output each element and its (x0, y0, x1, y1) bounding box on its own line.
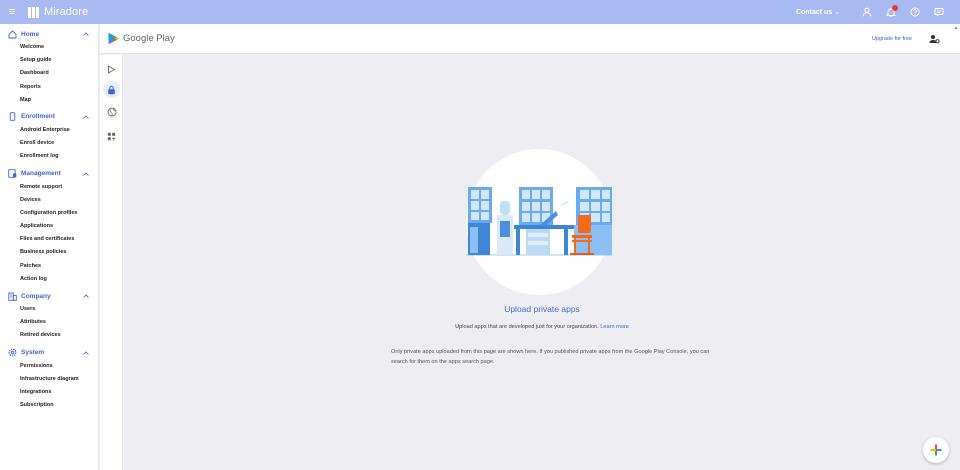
sidebar-item-configuration-profiles[interactable]: Configuration profiles (0, 207, 98, 220)
sidebar-header-home[interactable]: Home (0, 27, 98, 41)
sidebar-item-reports[interactable]: Reports (0, 81, 98, 94)
sidebar-item-retired-devices[interactable]: Retired devices (0, 329, 98, 342)
manage-admins-icon[interactable] (928, 33, 940, 45)
notifications-icon[interactable] (880, 0, 902, 24)
google-play-logo: Google Play (108, 32, 175, 45)
sidebar-header-management[interactable]: Management (0, 167, 98, 181)
person-icon[interactable] (856, 0, 878, 24)
sidebar-section-home: Home Welcome Setup guide Dashboard Repor… (0, 27, 98, 107)
sidebar-item-infrastructure-diagram[interactable]: Infrastructure diagram (0, 373, 98, 386)
devices-icon (7, 169, 17, 179)
private-apps-icon[interactable] (103, 81, 120, 98)
sidebar-section-label: Company (21, 292, 51, 300)
sidebar: Home Welcome Setup guide Dashboard Repor… (0, 24, 99, 470)
sidebar-item-android-enterprise[interactable]: Android Enterprise (0, 124, 98, 137)
app-logo[interactable]: Miradore (28, 6, 88, 18)
sidebar-item-action-log[interactable]: Action log (0, 273, 98, 286)
chevron-up-icon (83, 171, 89, 177)
sidebar-item-business-policies[interactable]: Business policies (0, 246, 98, 259)
sidebar-item-files-and-certificates[interactable]: Files and certificates (0, 233, 98, 246)
sidebar-item-dashboard[interactable]: Dashboard (0, 67, 98, 80)
sidebar-item-remote-support[interactable]: Remote support (0, 181, 98, 194)
google-play-icon (108, 32, 120, 45)
sidebar-section-label: System (21, 349, 45, 357)
sidebar-header-enrollment[interactable]: Enrollment (0, 110, 98, 124)
top-bar: ≡ Miradore Contact us ⌄ (0, 0, 960, 24)
sidebar-item-setup-guide[interactable]: Setup guide (0, 54, 98, 67)
contact-us-button[interactable]: Contact us ⌄ (796, 8, 840, 16)
add-icon (930, 444, 942, 456)
sidebar-item-map[interactable]: Map (0, 94, 98, 107)
main-content: Upload private apps Upload apps that are… (124, 55, 960, 470)
sidebar-item-users[interactable]: Users (0, 303, 98, 316)
sidebar-section-label: Home (21, 30, 40, 38)
scroll-up-arrow[interactable]: ▲ (954, 25, 959, 30)
app-name: Miradore (44, 6, 89, 18)
chevron-up-icon (83, 114, 89, 120)
menu-icon[interactable]: ≡ (0, 0, 24, 24)
chevron-up-icon (83, 350, 89, 356)
sidebar-item-subscription[interactable]: Subscription (0, 399, 98, 412)
sidebar-item-attributes[interactable]: Attributes (0, 316, 98, 329)
learn-more-link[interactable]: Learn more (600, 324, 629, 330)
play-apps-icon[interactable] (103, 61, 120, 78)
sidebar-section-label: Management (21, 170, 61, 177)
sidebar-item-enrollment-log[interactable]: Enrollment log (0, 150, 98, 163)
upload-subtitle: Upload apps that are developed just for … (124, 324, 960, 330)
sidebar-item-permissions[interactable]: Permissions (0, 360, 98, 373)
sidebar-section-enrollment: Enrollment Android Enterprise Enroll dev… (0, 110, 98, 164)
chevron-up-icon (83, 293, 89, 299)
sidebar-item-applications[interactable]: Applications (0, 220, 98, 233)
private-apps-note: Only private apps uploaded from this pag… (391, 349, 710, 365)
help-icon[interactable] (904, 0, 926, 24)
sidebar-section-management: Management Remote support Devices Config… (0, 167, 98, 287)
upload-subtitle-text: Upload apps that are developed just for … (455, 324, 599, 330)
organize-apps-icon[interactable] (103, 128, 120, 145)
sidebar-item-enroll-device[interactable]: Enroll device (0, 137, 98, 150)
add-app-button[interactable] (923, 437, 949, 463)
sidebar-section-label: Enrollment (21, 113, 55, 121)
sidebar-item-welcome[interactable]: Welcome (0, 41, 98, 54)
store-name: Google Play (123, 33, 175, 44)
upgrade-link[interactable]: Upgrade for free (872, 36, 912, 42)
chat-icon[interactable] (928, 0, 950, 24)
google-play-header: Google Play Upgrade for free (100, 24, 960, 54)
sidebar-item-patches[interactable]: Patches (0, 260, 98, 273)
office-illustration (466, 149, 612, 295)
gear-icon (7, 348, 17, 358)
phone-icon (7, 112, 17, 122)
sidebar-header-company[interactable]: Company (0, 289, 98, 303)
miradore-logo-icon (28, 6, 39, 18)
sidebar-item-integrations[interactable]: Integrations (0, 386, 98, 399)
building-icon (7, 291, 17, 301)
sidebar-section-system: System Permissions Infrastructure diagra… (0, 346, 98, 413)
web-apps-icon[interactable] (103, 103, 120, 120)
sidebar-header-system[interactable]: System (0, 346, 98, 360)
sidebar-section-company: Company Users Attributes Retired devices (0, 289, 98, 343)
sidebar-item-devices[interactable]: Devices (0, 194, 98, 207)
upload-private-apps-title: Upload private apps (504, 304, 580, 314)
home-icon (7, 29, 17, 39)
chevron-up-icon (83, 31, 89, 37)
play-icon-rail (100, 55, 123, 470)
notification-badge (892, 5, 898, 11)
